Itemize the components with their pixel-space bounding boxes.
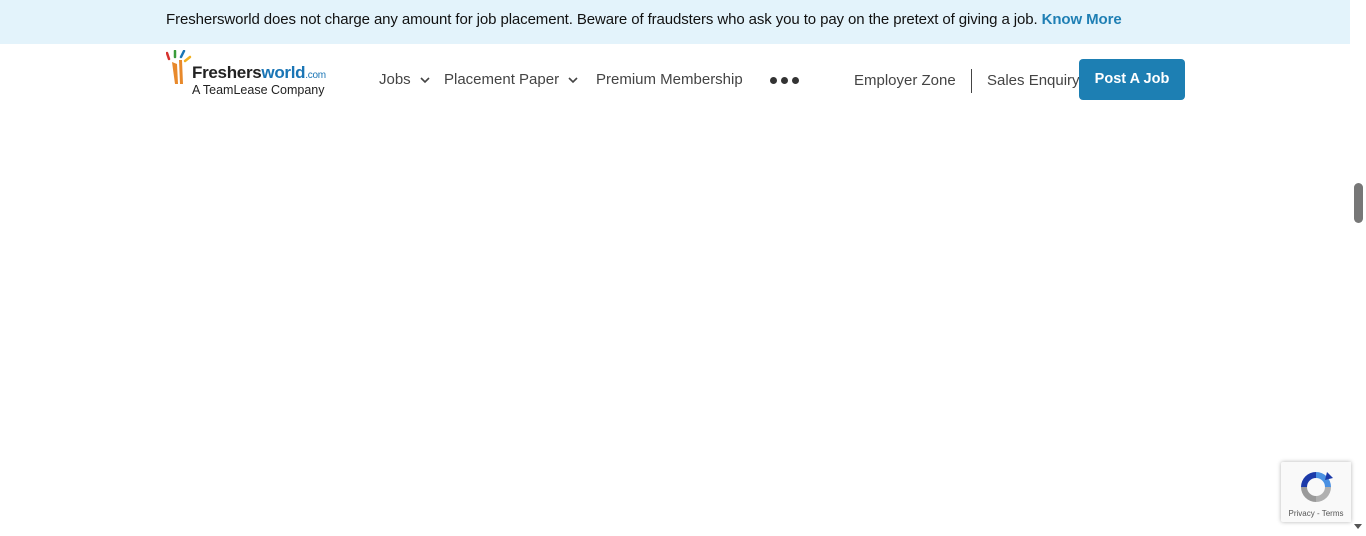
nav-employer-zone[interactable]: Employer Zone — [854, 72, 956, 89]
fraud-notice-bar: Freshersworld does not charge any amount… — [0, 0, 1350, 44]
nav-employer-zone-label: Employer Zone — [854, 72, 956, 89]
nav-jobs-label: Jobs — [379, 71, 411, 88]
recaptcha-icon — [1301, 472, 1333, 502]
know-more-link[interactable]: Know More — [1042, 11, 1122, 28]
scroll-down-arrow-icon[interactable] — [1354, 522, 1362, 530]
dot — [781, 77, 788, 84]
site-header: Freshersworld.com A TeamLease Company Jo… — [0, 44, 1350, 116]
logo-brand-part2: world — [261, 63, 306, 82]
logo-wordmark: Freshersworld.com — [192, 63, 326, 83]
page-scrollbar[interactable] — [1350, 0, 1366, 536]
more-dots-icon[interactable] — [770, 77, 799, 84]
nav-premium-membership[interactable]: Premium Membership — [596, 71, 743, 88]
fraud-notice-message: Freshersworld does not charge any amount… — [166, 11, 1038, 28]
logo-mark-icon — [166, 50, 192, 84]
recaptcha-privacy-link[interactable]: Privacy — [1289, 509, 1315, 518]
nav-sales-enquiry[interactable]: Sales Enquiry — [987, 72, 1080, 89]
nav-placement-paper[interactable]: Placement Paper — [444, 71, 579, 88]
dot — [792, 77, 799, 84]
chevron-down-icon — [568, 76, 578, 83]
scrollbar-thumb[interactable] — [1354, 183, 1363, 223]
chevron-down-icon — [420, 76, 430, 83]
nav-placement-paper-label: Placement Paper — [444, 71, 560, 88]
logo-suffix: .com — [305, 70, 326, 81]
fraud-notice-text: Freshersworld does not charge any amount… — [166, 11, 1122, 28]
recaptcha-links: Privacy - Terms — [1281, 509, 1351, 518]
recaptcha-badge[interactable]: Privacy - Terms — [1281, 462, 1351, 522]
nav-sales-enquiry-label: Sales Enquiry — [987, 72, 1080, 89]
recaptcha-separator: - — [1314, 509, 1322, 518]
logo-brand-part1: Freshers — [192, 63, 262, 82]
dot — [770, 77, 777, 84]
nav-premium-membership-label: Premium Membership — [596, 71, 743, 88]
freshersworld-logo[interactable]: Freshersworld.com A TeamLease Company — [166, 50, 336, 100]
recaptcha-terms-link[interactable]: Terms — [1322, 509, 1344, 518]
post-a-job-button[interactable]: Post A Job — [1079, 59, 1185, 100]
logo-tagline: A TeamLease Company — [192, 83, 325, 97]
nav-jobs[interactable]: Jobs — [379, 71, 431, 88]
nav-divider — [971, 69, 972, 93]
